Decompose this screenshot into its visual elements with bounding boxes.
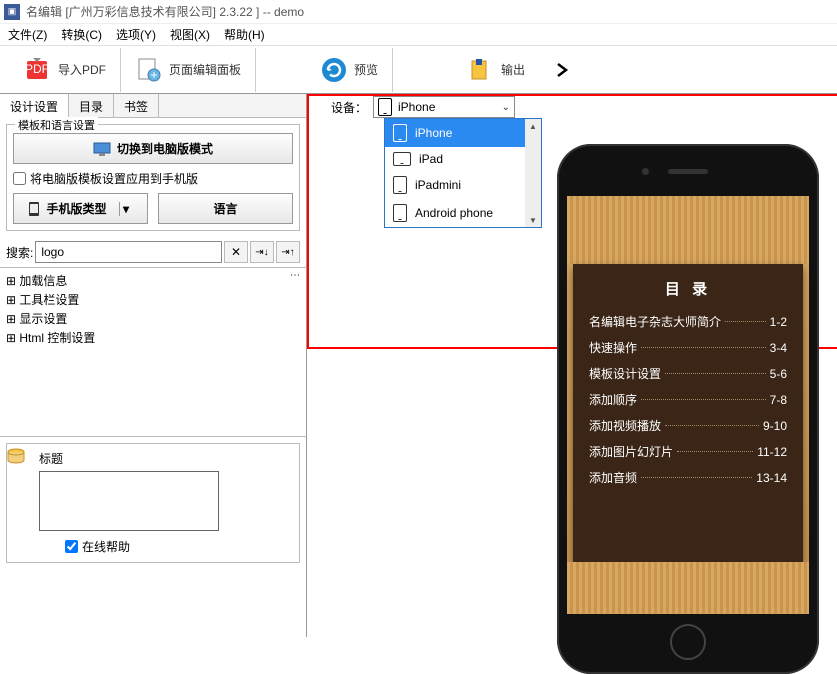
output-label: 输出 <box>501 61 525 78</box>
online-help-checkbox[interactable] <box>65 540 78 553</box>
scroll-up-icon: ▲ <box>525 119 541 133</box>
indent-down-icon: ⇥↓ <box>255 247 268 258</box>
android-icon <box>393 204 407 222</box>
template-language-group: 模板和语言设置 切换到电脑版模式 将电脑版模板设置应用到手机版 手机版类型 ▾ … <box>6 124 300 231</box>
menu-help[interactable]: 帮助(H) <box>224 26 265 43</box>
phone-camera <box>642 168 649 175</box>
toc-row: 添加音频13-14 <box>589 469 787 486</box>
preview-panel: 设备： iPhone ⌄ iPhone iPad iPadmini <box>307 94 837 637</box>
online-help-label: 在线帮助 <box>82 538 130 555</box>
menu-bar: 文件(Z) 转换(C) 选项(Y) 视图(X) 帮助(H) <box>0 24 837 46</box>
indent-up-icon: ⇥↑ <box>281 247 294 258</box>
tab-bookmark[interactable]: 书签 <box>114 94 159 117</box>
scroll-down-icon: ▼ <box>525 213 541 227</box>
db-icon <box>5 446 29 470</box>
tab-design[interactable]: 设计设置 <box>0 94 69 118</box>
language-label: 语言 <box>213 200 237 217</box>
tree-item[interactable]: ⊞ 加载信息 <box>6 271 300 290</box>
toc-row: 添加视频播放9-10 <box>589 417 787 434</box>
dropdown-item-ipad[interactable]: iPad <box>385 147 541 171</box>
search-input[interactable] <box>35 241 222 263</box>
phone-preview: 目 录 名编辑电子杂志大师简介1-2 快速操作3-4 模板设计设置5-6 添加顺序7-… <box>557 144 819 624</box>
language-button[interactable]: 语言 <box>158 193 293 224</box>
caret-down-icon: ▾ <box>119 202 133 216</box>
phone-type-label: 手机版类型 <box>46 200 106 217</box>
menu-convert[interactable]: 转换(C) <box>61 26 102 43</box>
page-edit-button[interactable]: 页面编辑面板 <box>121 46 255 93</box>
search-label: 搜索: <box>6 244 33 261</box>
more-dots[interactable]: ⋯ <box>290 270 302 281</box>
search-row: 搜索: ✕ ⇥↓ ⇥↑ <box>0 237 306 267</box>
output-icon <box>467 56 495 84</box>
device-dropdown: iPhone iPad iPadmini Android phone ▲ ▼ <box>384 118 542 228</box>
page-edit-icon <box>135 56 163 84</box>
book-page: 目 录 名编辑电子杂志大师简介1-2 快速操作3-4 模板设计设置5-6 添加顺序7-… <box>573 264 803 562</box>
toc-row: 快速操作3-4 <box>589 339 787 356</box>
separator <box>255 48 256 92</box>
panel-tabs: 设计设置 目录 书签 <box>0 94 306 118</box>
import-pdf-button[interactable]: PDF 导入PDF <box>10 46 120 93</box>
phone-icon <box>28 201 40 217</box>
toc-row: 模板设计设置5-6 <box>589 365 787 382</box>
prop-title-input[interactable] <box>39 471 219 531</box>
switch-pc-label: 切换到电脑版模式 <box>117 140 213 157</box>
window-title: 名编辑 [广州万彩信息技术有限公司] 2.3.22 ] -- demo <box>26 3 304 20</box>
chevron-down-icon: ⌄ <box>502 102 510 113</box>
device-icon <box>378 98 392 116</box>
app-logo-icon: ▣ <box>4 4 20 20</box>
tree-item[interactable]: ⊞ Html 控制设置 <box>6 328 300 347</box>
main-toolbar: PDF 导入PDF 页面编辑面板 预览 输出 <box>0 46 837 94</box>
chevron-right-icon <box>553 61 571 79</box>
phone-type-button[interactable]: 手机版类型 ▾ <box>13 193 148 224</box>
dropdown-item-iphone[interactable]: iPhone <box>385 119 541 147</box>
search-down-button[interactable]: ⇥↓ <box>250 241 274 263</box>
group-legend: 模板和语言设置 <box>15 117 98 133</box>
phone-icon <box>393 124 407 142</box>
left-panel: 设计设置 目录 书签 模板和语言设置 切换到电脑版模式 将电脑版模板设置应用到手… <box>0 94 307 637</box>
toc-row: 添加顺序7-8 <box>589 391 787 408</box>
close-icon: ✕ <box>231 245 241 259</box>
device-combo[interactable]: iPhone ⌄ <box>373 96 515 118</box>
property-area: 标题 在线帮助 <box>6 443 300 563</box>
tree-item[interactable]: ⊞ 工具栏设置 <box>6 290 300 309</box>
page-edit-label: 页面编辑面板 <box>169 61 241 78</box>
dropdown-item-android[interactable]: Android phone <box>385 199 541 227</box>
phone-screen: 目 录 名编辑电子杂志大师简介1-2 快速操作3-4 模板设计设置5-6 添加顺序7-… <box>567 196 809 614</box>
menu-file[interactable]: 文件(Z) <box>8 26 47 43</box>
prop-title-label: 标题 <box>39 450 293 467</box>
tablet-mini-icon <box>393 176 407 194</box>
device-bar: 设备： iPhone ⌄ <box>307 94 837 120</box>
apply-pc-template-label: 将电脑版模板设置应用到手机版 <box>30 170 198 187</box>
apply-pc-template-checkbox[interactable] <box>13 172 26 185</box>
tree-item[interactable]: ⊞ 显示设置 <box>6 309 300 328</box>
preview-button[interactable]: 预览 <box>306 46 392 93</box>
settings-tree[interactable]: ⋯ ⊞ 加载信息 ⊞ 工具栏设置 ⊞ 显示设置 ⊞ Html 控制设置 <box>0 267 306 437</box>
toc-row: 名编辑电子杂志大师简介1-2 <box>589 313 787 330</box>
device-label: 设备： <box>331 99 367 116</box>
pdf-icon: PDF <box>24 56 52 84</box>
separator <box>392 48 393 92</box>
refresh-icon <box>320 56 348 84</box>
title-bar: ▣ 名编辑 [广州万彩信息技术有限公司] 2.3.22 ] -- demo <box>0 0 837 24</box>
import-pdf-label: 导入PDF <box>58 61 106 78</box>
dropdown-item-ipadmini[interactable]: iPadmini <box>385 171 541 199</box>
more-button[interactable] <box>539 46 585 93</box>
device-selected: iPhone <box>398 100 435 114</box>
clear-search-button[interactable]: ✕ <box>224 241 248 263</box>
phone-home-button <box>670 624 706 660</box>
tablet-icon <box>393 152 411 166</box>
tab-catalog[interactable]: 目录 <box>69 94 114 117</box>
svg-text:PDF: PDF <box>25 62 49 76</box>
phone-speaker <box>668 169 708 174</box>
switch-pc-mode-button[interactable]: 切换到电脑版模式 <box>13 133 293 164</box>
search-up-button[interactable]: ⇥↑ <box>276 241 300 263</box>
output-button[interactable]: 输出 <box>453 46 539 93</box>
toc-row: 添加图片幻灯片11-12 <box>589 443 787 460</box>
book-heading: 目 录 <box>589 278 787 299</box>
preview-label: 预览 <box>354 61 378 78</box>
menu-options[interactable]: 选项(Y) <box>116 26 156 43</box>
dropdown-scrollbar[interactable]: ▲ ▼ <box>525 119 541 227</box>
menu-view[interactable]: 视图(X) <box>170 26 210 43</box>
monitor-icon <box>93 142 111 156</box>
